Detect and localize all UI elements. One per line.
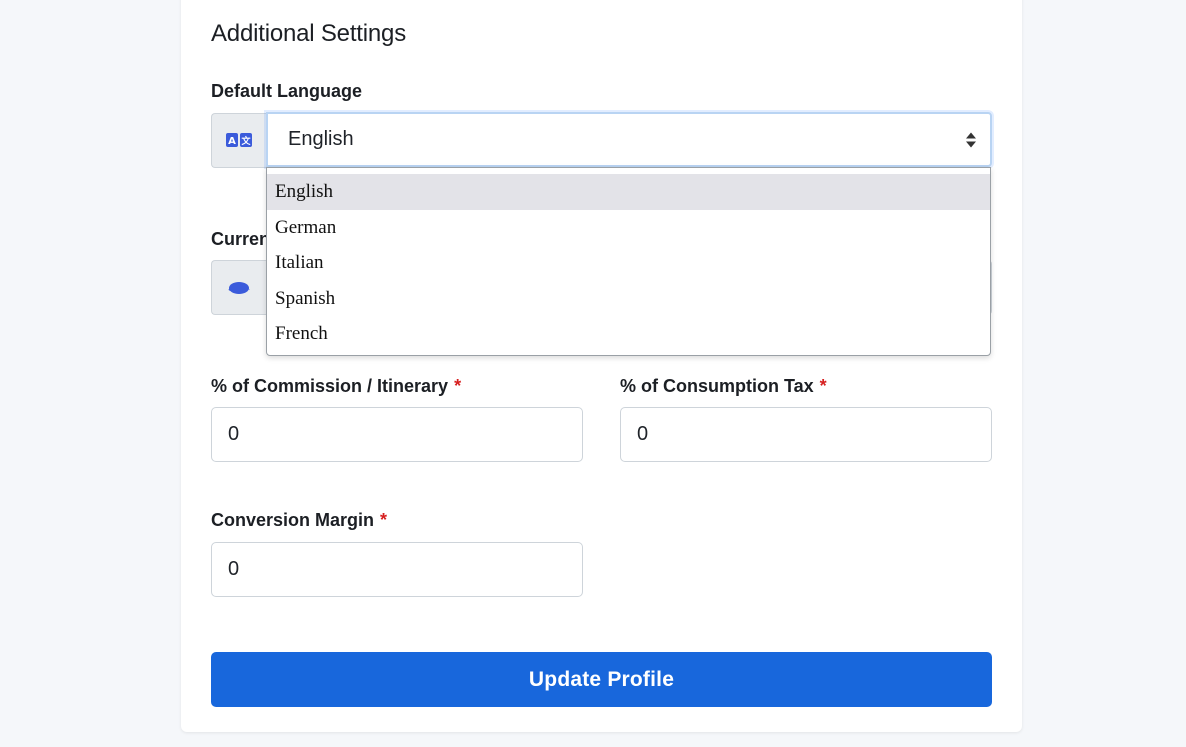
language-option-french[interactable]: French (267, 316, 990, 352)
tax-label-text: % of Consumption Tax (620, 376, 814, 396)
margin-label-text: Conversion Margin (211, 510, 375, 530)
default-language-label: Default Language (211, 81, 363, 101)
settings-card: Additional Settings Default Language A 文… (181, 0, 1022, 732)
commission-label: % of Commission / Itinerary * (211, 376, 461, 397)
language-dropdown-list: English German Italian Spanish French (266, 167, 991, 356)
language-option-italian[interactable]: Italian (267, 245, 990, 281)
commission-label-text: % of Commission / Itinerary (211, 376, 449, 396)
language-option-german[interactable]: German (267, 210, 990, 246)
required-mark: * (380, 510, 388, 530)
currency-label: Curren (211, 229, 271, 249)
language-addon: A 文 (211, 113, 266, 168)
required-mark: * (819, 376, 827, 396)
currency-addon (211, 260, 266, 315)
svg-text:文: 文 (240, 135, 251, 147)
language-option-english[interactable]: English (267, 174, 990, 210)
required-mark: * (454, 376, 462, 396)
language-selected-value: English (288, 128, 354, 150)
section-title: Additional Settings (211, 20, 406, 47)
translate-icon: A 文 (226, 132, 252, 147)
update-profile-button[interactable]: Update Profile (211, 652, 992, 707)
select-arrows-icon (966, 132, 976, 147)
tax-label: % of Consumption Tax * (620, 376, 827, 397)
commission-input[interactable]: 0 (211, 407, 583, 462)
tax-input[interactable]: 0 (620, 407, 992, 462)
language-option-spanish[interactable]: Spanish (267, 281, 990, 317)
svg-text:A: A (228, 136, 236, 147)
coin-icon (228, 281, 250, 294)
margin-input[interactable]: 0 (211, 542, 583, 597)
default-language-select[interactable]: English (266, 112, 992, 167)
margin-label: Conversion Margin * (211, 510, 387, 531)
